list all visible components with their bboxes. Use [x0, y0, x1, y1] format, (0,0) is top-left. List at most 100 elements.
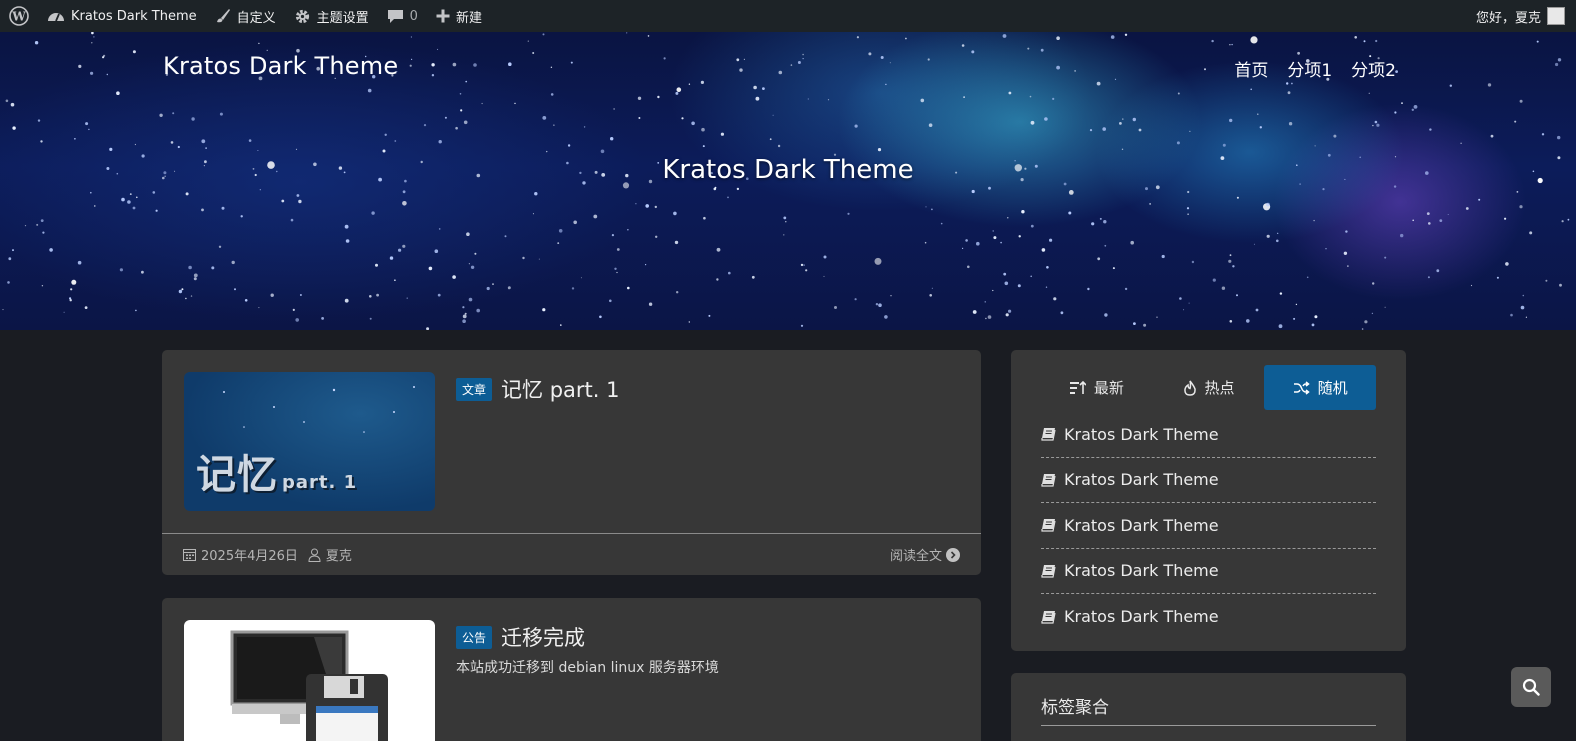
star	[967, 265, 970, 269]
star	[1325, 248, 1327, 250]
list-item[interactable]: Kratos Dark Theme	[1041, 594, 1376, 640]
post-thumbnail[interactable]: 记忆 part. 1	[184, 372, 435, 511]
star	[614, 267, 617, 270]
star	[1567, 218, 1570, 221]
read-more-label: 阅读全文	[889, 549, 942, 564]
star	[411, 58, 413, 60]
site-name-link[interactable]: Kratos Dark Theme	[38, 0, 206, 32]
star	[205, 147, 207, 149]
comments-link[interactable]: 0	[378, 0, 427, 32]
star	[1068, 211, 1072, 215]
star	[1504, 217, 1507, 220]
list-item[interactable]: Kratos Dark Theme	[1041, 458, 1376, 503]
post-title[interactable]: 记忆 part. 1	[501, 374, 619, 404]
star	[1311, 323, 1315, 327]
star	[1354, 36, 1357, 39]
star	[423, 124, 427, 127]
star	[984, 301, 986, 303]
post-thumbnail[interactable]	[184, 620, 435, 741]
star	[1091, 222, 1095, 226]
list-item[interactable]: Kratos Dark Theme	[1041, 412, 1376, 458]
star	[88, 128, 90, 131]
star	[1266, 234, 1270, 238]
list-item[interactable]: Kratos Dark Theme	[1041, 503, 1376, 549]
star	[1295, 303, 1298, 306]
star	[431, 63, 435, 67]
theme-settings-link[interactable]: 主题设置	[285, 0, 378, 32]
star	[611, 234, 615, 237]
star	[965, 239, 968, 242]
star	[1145, 187, 1148, 191]
star	[290, 218, 294, 222]
star	[1229, 118, 1233, 123]
list-item[interactable]: Kratos Dark Theme	[1041, 549, 1376, 594]
star	[462, 319, 466, 324]
nav-item-section-2[interactable]: 分项2	[1351, 56, 1396, 81]
star	[389, 256, 394, 260]
post-card: 记忆 part. 1 文章 记忆 part. 1 2025年4月26日 夏克 阅读…	[162, 350, 981, 575]
post-author[interactable]: 夏克	[308, 545, 352, 564]
star	[455, 126, 458, 130]
wordpress-logo-button[interactable]: W	[0, 0, 38, 32]
star	[800, 263, 804, 267]
post-header: 文章 记忆 part. 1	[456, 374, 619, 404]
star	[800, 324, 804, 327]
user-account-menu[interactable]: 您好，夏克	[1467, 0, 1576, 32]
star	[191, 117, 195, 121]
star	[924, 241, 927, 244]
star	[1561, 220, 1564, 223]
star	[1053, 297, 1057, 301]
thumbnail-title: 记忆 part. 1	[196, 452, 358, 498]
star	[927, 58, 930, 61]
star	[802, 53, 804, 56]
star	[1007, 217, 1009, 219]
star	[1110, 35, 1115, 39]
site-title[interactable]: Kratos Dark Theme	[163, 52, 398, 80]
tab-hot[interactable]: 热点	[1153, 365, 1265, 410]
star	[1114, 78, 1117, 80]
star	[299, 294, 302, 296]
star	[181, 288, 184, 291]
search-button[interactable]	[1511, 667, 1551, 707]
tab-random[interactable]: 随机	[1264, 365, 1377, 410]
star	[532, 52, 535, 54]
post-title[interactable]: 迁移完成	[501, 622, 585, 652]
star	[885, 83, 887, 86]
star	[295, 318, 300, 322]
star	[1345, 230, 1348, 233]
star	[1516, 191, 1519, 193]
customize-link[interactable]: 自定义	[206, 0, 285, 32]
star	[739, 68, 743, 72]
star	[470, 265, 475, 269]
new-content-link[interactable]: 新建	[427, 0, 491, 32]
nav-item-home[interactable]: 首页	[1234, 56, 1268, 81]
star	[452, 62, 457, 67]
star	[91, 32, 94, 35]
star	[10, 102, 15, 107]
divider	[1041, 725, 1376, 726]
category-badge[interactable]: 公告	[456, 625, 493, 649]
nav-item-section-1[interactable]: 分项1	[1287, 56, 1332, 81]
star	[854, 124, 858, 128]
star	[1363, 40, 1366, 43]
tab-latest[interactable]: 最新	[1041, 365, 1153, 410]
star	[201, 208, 204, 212]
category-badge[interactable]: 文章	[456, 377, 493, 401]
star	[971, 50, 975, 54]
star	[1314, 315, 1318, 319]
star	[993, 236, 997, 240]
star	[292, 308, 295, 311]
star	[1187, 190, 1190, 194]
search-icon	[1522, 678, 1540, 696]
star	[437, 293, 441, 297]
star	[1250, 88, 1252, 91]
star	[1246, 319, 1250, 323]
star	[1222, 143, 1226, 147]
post-author-name: 夏克	[325, 549, 352, 564]
star	[63, 311, 65, 313]
star	[12, 126, 16, 130]
star	[1557, 135, 1561, 140]
star	[70, 288, 73, 291]
read-more-link[interactable]: 阅读全文	[890, 545, 960, 564]
star	[221, 206, 225, 210]
